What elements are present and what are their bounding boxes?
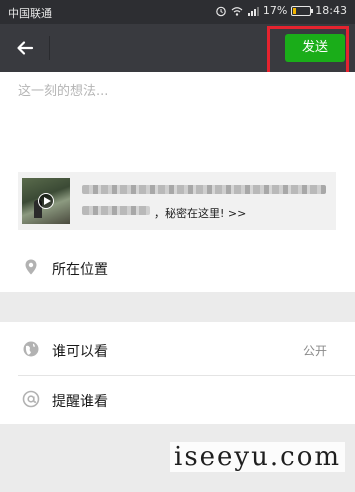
battery-level [293,7,297,14]
status-icons: 17% 18:43 [215,4,347,17]
cell-signal-icon [247,6,259,16]
battery-percent: 17% [262,4,288,17]
visibility-row[interactable]: 谁可以看 公开 [0,328,355,372]
status-bar: 中国联通 17% 18:43 [0,0,355,24]
at-sign-icon [22,390,40,408]
title-bar: 发送 [0,24,355,82]
carrier-name: 中国联通 [8,7,52,20]
back-button[interactable] [6,30,44,66]
blurred-title-line-2 [82,206,150,215]
visibility-label: 谁可以看 [52,344,108,360]
video-thumbnail [22,178,70,224]
location-label: 所在位置 [52,262,108,278]
thoughts-input[interactable]: 这一刻的想法... [18,80,108,99]
alarm-clock-icon [216,6,226,16]
battery-icon [291,5,314,16]
location-pin-icon [25,259,37,275]
wifi-icon [231,6,243,16]
row-divider [18,375,355,376]
shared-link-card[interactable]: ，秘密在这里! >> [18,172,336,230]
compose-panel: 这一刻的想法... ，秘密在这里! >> 所在位置 谁可以看 公开 提醒谁看 [0,72,355,492]
clock-time: 18:43 [315,4,347,17]
video-play-icon [38,193,54,209]
remind-label: 提醒谁看 [52,394,108,410]
back-arrow-icon [17,41,34,55]
site-watermark: iseeyu.com [170,442,345,472]
link-card-title: ，秘密在这里! >> [154,207,247,220]
visibility-value: 公开 [302,344,327,358]
title-divider [49,36,50,60]
blurred-title-line-1 [82,185,326,194]
remind-row[interactable]: 提醒谁看 [0,378,355,422]
location-row[interactable]: 所在位置 [0,246,355,290]
globe-icon [23,341,39,357]
section-separator [0,292,355,322]
